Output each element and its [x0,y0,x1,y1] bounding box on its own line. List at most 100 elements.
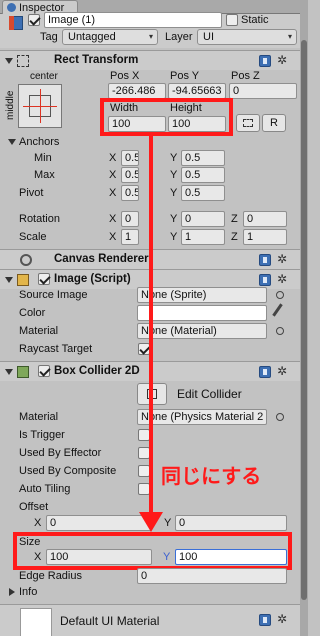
max-label: Max [34,169,55,181]
image-component-icon [17,274,29,286]
chevron-down-icon: ▾ [287,32,292,41]
image-enabled-checkbox[interactable] [38,273,50,285]
help-book-icon[interactable] [259,614,271,626]
anchor-preset-v-label: middle [5,90,16,120]
raycast-target-label: Raycast Target [19,343,93,355]
collapse-arrow-icon[interactable] [5,58,13,64]
object-picker-icon[interactable] [276,327,284,335]
max-x-axis-label: X [109,169,117,181]
edit-collider-label: Edit Collider [177,387,242,401]
material-preview-thumbnail [20,608,52,636]
scale-x-axis-label: X [109,231,117,243]
info-label: Info [19,586,38,598]
pivot-y-field[interactable]: 0.5 [181,185,225,201]
annotation-arrow-shaft [149,136,153,516]
canvas-renderer-icon [20,254,32,266]
rot-x-axis-label: X [109,213,117,225]
pivot-y-axis-label: Y [170,187,178,199]
object-picker-icon[interactable] [276,413,284,421]
collider-enabled-checkbox[interactable] [38,365,50,377]
info-foldout-icon[interactable] [9,588,15,596]
gameobject-header: Image (1) Static Tag Untagged ▾ Layer UI ▾ [0,12,300,48]
physics-material-field[interactable]: None (Physics Material 2 [137,409,267,425]
box-collider-icon [17,366,29,378]
box-collider-title: Box Collider 2D [54,365,140,377]
min-label: Min [34,152,52,164]
rotation-label: Rotation [19,213,60,225]
scale-y-axis-label: Y [170,231,178,243]
scale-x-field[interactable]: 1 [121,229,139,245]
material-label: Material [19,325,59,337]
blueprint-mode-button[interactable] [236,114,260,132]
anchor-max-y-field[interactable]: 0.5 [181,167,225,183]
gear-icon[interactable]: ✲ [277,253,287,265]
gear-icon[interactable]: ✲ [277,613,287,625]
rot-y-axis-label: Y [170,213,178,225]
pos-x-field[interactable]: -266.486 [108,83,166,99]
help-book-icon[interactable] [259,254,271,266]
offset-y-axis-label: Y [164,517,172,529]
pivot-x-axis-label: X [109,187,117,199]
offset-label: Offset [19,501,49,513]
collapse-arrow-icon[interactable] [5,369,13,375]
gear-icon[interactable]: ✲ [277,273,287,285]
anchor-preset-button[interactable] [18,84,62,128]
rotation-x-field[interactable]: 0 [121,211,139,227]
rotation-y-field[interactable]: 0 [181,211,225,227]
object-picker-icon[interactable] [276,291,284,299]
rect-transform-header[interactable]: Rect Transform ✲ [0,50,300,70]
scrollbar-thumb[interactable] [301,40,307,600]
pos-z-field[interactable]: 0 [229,83,297,99]
anchor-max-x-field[interactable]: 0.5 [121,167,139,183]
pos-z-label: Pos Z [231,70,260,82]
blueprint-icon [243,119,253,127]
auto-tiling-label: Auto Tiling [19,483,71,495]
inspector-scrollbar[interactable] [300,0,308,636]
color-field[interactable] [137,305,267,321]
pos-y-field[interactable]: -94.65663 [168,83,226,99]
static-checkbox[interactable] [226,14,238,26]
gear-icon[interactable]: ✲ [277,365,287,377]
raw-edit-button[interactable]: R [262,114,286,132]
layer-dropdown[interactable]: UI ▾ [197,29,297,45]
offset-y-field[interactable]: 0 [175,515,287,531]
annotation-arrow-head [139,512,163,532]
anchor-min-y-field[interactable]: 0.5 [181,150,225,166]
gear-icon[interactable]: ✲ [277,54,287,66]
image-script-title: Image (Script) [54,273,131,285]
rotation-z-field[interactable]: 0 [243,211,287,227]
rect-transform-title: Rect Transform [54,54,139,66]
min-x-axis-label: X [109,152,117,164]
canvas-renderer-title: Canvas Renderer [54,253,149,265]
anchor-min-x-field[interactable]: 0.5 [121,150,139,166]
source-image-field[interactable]: None (Sprite) [137,287,267,303]
material-field[interactable]: None (Material) [137,323,267,339]
static-label: Static [241,14,269,26]
collapse-arrow-icon[interactable] [5,277,13,283]
pivot-label: Pivot [19,187,44,199]
eyedropper-icon[interactable] [272,303,283,317]
anchor-preset-h-label: center [30,71,58,82]
active-checkbox[interactable] [28,14,40,26]
tag-dropdown[interactable]: Untagged ▾ [62,29,158,45]
anchors-label: Anchors [19,136,60,148]
anchor-preset-vline [40,89,41,123]
info-icon [7,3,16,12]
color-label: Color [19,307,46,319]
anchors-foldout-icon[interactable] [8,139,16,145]
help-book-icon[interactable] [259,274,271,286]
pos-y-label: Pos Y [170,70,200,82]
layer-value: UI [203,31,214,43]
pivot-x-field[interactable]: 0.5 [121,185,139,201]
scale-z-field[interactable]: 1 [243,229,287,245]
name-field[interactable]: Image (1) [44,12,222,28]
scale-y-field[interactable]: 1 [181,229,225,245]
offset-x-field[interactable]: 0 [46,515,152,531]
edge-radius-field[interactable]: 0 [137,568,287,584]
help-book-icon[interactable] [259,55,271,67]
tag-label: Tag [40,31,58,43]
tag-value: Untagged [68,31,116,43]
used-by-effector-label: Used By Effector [19,447,102,459]
help-book-icon[interactable] [259,366,271,378]
rect-transform-icon [17,55,29,67]
